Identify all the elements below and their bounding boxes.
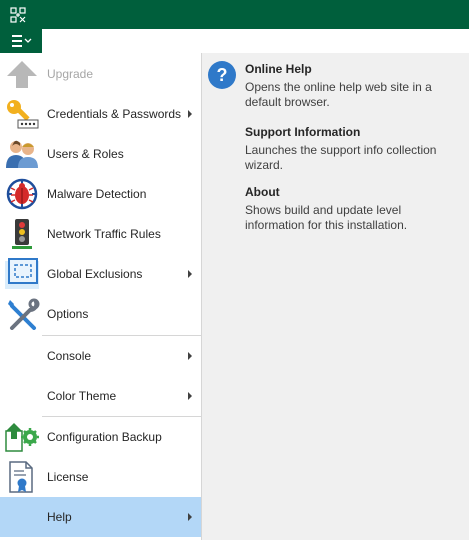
bug-icon — [6, 178, 38, 210]
menu-item-users-roles[interactable]: Users & Roles — [0, 134, 201, 174]
upgrade-arrow-icon — [7, 61, 37, 88]
menu-item-console[interactable]: Console — [0, 336, 201, 376]
hamburger-icon — [12, 35, 32, 47]
help-item-title: About — [245, 185, 280, 199]
menu-item-label: Upgrade — [47, 67, 94, 81]
submenu-arrow-icon — [188, 513, 192, 521]
menu-item-label: Users & Roles — [47, 147, 124, 161]
tools-icon — [8, 298, 40, 330]
menu-item-network-traffic-rules[interactable]: Network Traffic Rules — [0, 214, 201, 254]
menu-item-label: Options — [47, 307, 89, 321]
menu-item-label: Configuration Backup — [47, 430, 162, 444]
menu-item-label: Help — [47, 510, 72, 524]
menu-item-malware-detection[interactable]: Malware Detection — [0, 174, 201, 214]
help-item-description: Launches the support info collection wiz… — [245, 143, 437, 172]
license-icon — [9, 461, 33, 493]
menu-item-license[interactable]: License — [0, 457, 201, 497]
menu-item-upgrade[interactable]: Upgrade — [0, 54, 201, 94]
exclusion-icon — [5, 258, 39, 289]
title-bar — [0, 0, 469, 29]
users-icon — [6, 140, 38, 168]
menu-item-label: License — [47, 470, 89, 484]
menu-item-configuration-backup[interactable]: Configuration Backup — [0, 417, 201, 457]
submenu-arrow-icon — [188, 270, 192, 278]
menu-item-options[interactable]: Options — [0, 294, 201, 334]
menu-bar — [0, 29, 469, 53]
svg-text:?: ? — [217, 65, 228, 85]
backup-icon — [5, 423, 39, 452]
submenu-arrow-icon — [188, 352, 192, 360]
menu-item-help[interactable]: Help — [0, 497, 201, 537]
menu-item-global-exclusions[interactable]: Global Exclusions — [0, 254, 201, 294]
main-menu-button[interactable] — [0, 29, 42, 53]
menu-item-label: Color Theme — [47, 389, 117, 403]
menu-item-label: Malware Detection — [47, 187, 147, 201]
help-item-description: Opens the online help web site in a defa… — [245, 80, 432, 109]
help-item-description: Shows build and update level information… — [245, 203, 408, 232]
key-icon — [7, 100, 39, 129]
question-icon: ? — [208, 61, 236, 89]
app-icon[interactable] — [10, 7, 26, 23]
menu-item-color-theme[interactable]: Color Theme — [0, 376, 201, 416]
submenu-arrow-icon — [188, 392, 192, 400]
help-item-title: Support Information — [245, 125, 361, 139]
submenu-arrow-icon — [188, 110, 192, 118]
traffic-light-icon — [12, 219, 32, 249]
menu-item-label: Credentials & Passwords — [47, 107, 182, 121]
help-item-title: Online Help — [245, 62, 312, 76]
menu-item-label: Network Traffic Rules — [47, 227, 161, 241]
menu-item-label: Console — [47, 349, 92, 363]
menu-item-credentials-passwords[interactable]: Credentials & Passwords — [0, 94, 201, 134]
menu-item-label: Global Exclusions — [47, 267, 143, 281]
